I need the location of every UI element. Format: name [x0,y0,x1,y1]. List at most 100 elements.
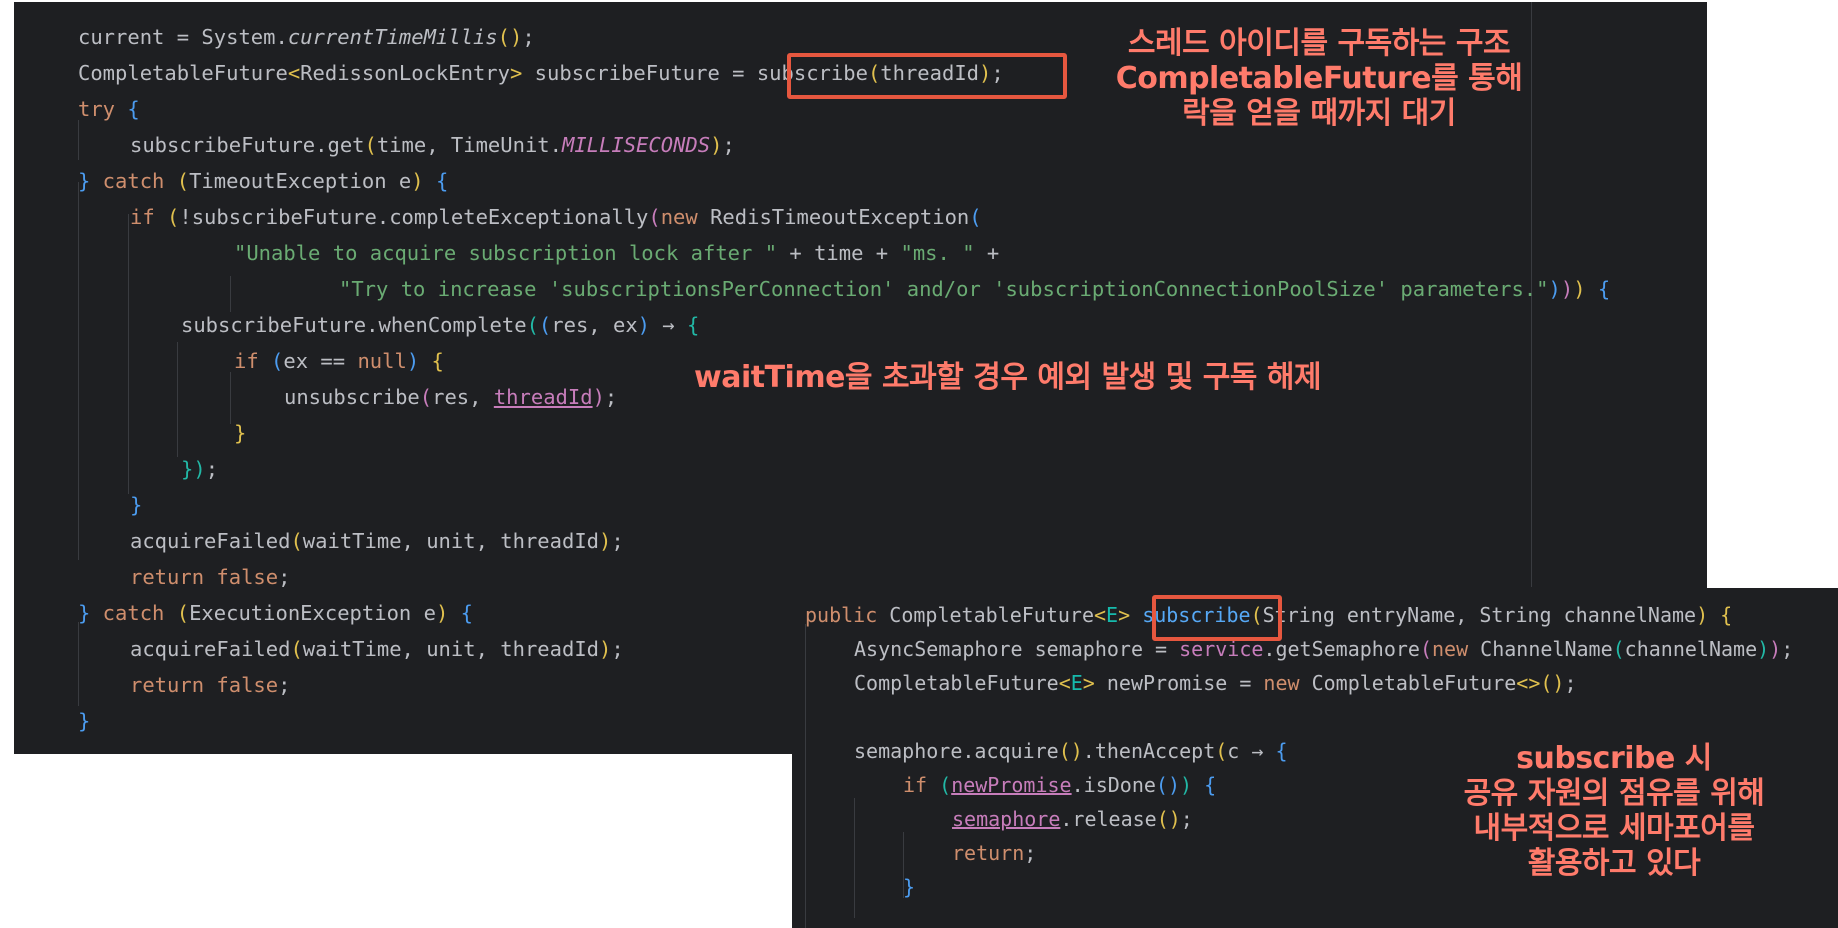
code-token: try [78,97,116,121]
code-token: ( [1215,739,1228,763]
code-token: ; [611,637,624,661]
code-token: } [78,169,91,193]
code-token: ExecutionException e [189,601,436,625]
code-token: ( [1419,637,1432,661]
code-line: return; [952,840,1036,866]
code-token: ( [154,205,180,229]
code-token: ; [1564,671,1577,695]
code-token: RedisTimeoutException [697,205,970,229]
code-line: "Try to increase 'subscriptionsPerConnec… [339,276,1610,302]
code-line: return false; [130,672,290,698]
code-token: ; [611,529,624,553]
code-token: new [1432,637,1469,661]
code-token: { [1192,773,1217,797]
code-token: E [1106,603,1119,627]
code-token: time, TimeUnit. [376,133,562,157]
code-token: ex == [283,349,358,373]
code-line: if (!subscribeFuture.completeExceptional… [130,204,982,230]
code-token: ; [604,385,618,409]
code-token: } [181,457,194,481]
code-token: ) [1548,277,1561,301]
code-token: → [650,313,688,337]
code-token: ) [1757,637,1770,661]
code-token: acquireFailed [130,529,291,553]
code-token: ( [969,205,982,229]
code-token: ) [592,385,605,409]
code-line: acquireFailed(waitTime, unit, threadId); [130,636,624,662]
indent-guide [78,182,79,560]
code-token: RedissonLockEntry [300,61,510,85]
code-token: ( [648,205,661,229]
code-token: + [974,241,1000,265]
code-token: current = System. [78,25,288,49]
indent-guide [230,276,231,312]
code-token: ( [419,385,433,409]
code-token: semaphore.acquire [854,739,1059,763]
code-token: () [1155,773,1180,797]
code-token: catch [90,169,177,193]
code-token: TimeoutException e [189,169,412,193]
code-token: ( [526,313,539,337]
code-token: ; [278,565,291,589]
code-line: if (ex == null) { [234,348,444,374]
code-token: () [1156,807,1181,831]
code-line: }); [181,456,218,482]
code-token: { [1585,277,1611,301]
code-token: { [115,97,140,121]
code-token: ) [193,457,206,481]
code-token: channelName [1624,637,1758,661]
code-token: return [952,841,1025,865]
code-token: ( [176,601,190,625]
code-token: return [130,565,205,589]
code-token: ) [435,601,449,625]
code-token: < [1094,603,1107,627]
code-token: MILLISECONDS [561,133,711,157]
code-token: > [1082,671,1095,695]
code-token: "Try to increase 'subscriptionsPerConnec… [339,277,1549,301]
code-token: ( [176,169,190,193]
code-line: if (newPromise.isDone()) { [903,772,1216,798]
code-token: ; [1180,807,1193,831]
code-token: .isDone [1071,773,1156,797]
annotation-waittime-exceeded: waitTime을 초과할 경우 예외 발생 및 구독 해제 [694,360,1322,395]
indent-guide [78,622,79,706]
code-token: .thenAccept [1082,739,1216,763]
code-token: new [1263,671,1300,695]
indent-guide [805,624,806,928]
code-token: semaphore [952,807,1061,831]
code-token: > [510,61,523,85]
code-token: < [1058,671,1071,695]
code-line: } [234,420,246,446]
code-token: subscribeFuture.whenComplete [181,313,527,337]
code-token: CompletableFuture [854,671,1059,695]
code-token: .getSemaphore [1263,637,1420,661]
annotation-semaphore: subscribe 시 공유 자원의 점유를 위해 내부적으로 세마포어를 활용… [1463,741,1765,881]
code-token: CompletableFuture [1299,671,1517,695]
code-token: ; [722,133,735,157]
indent-guide [128,214,129,494]
code-token: newPromise [951,773,1072,797]
code-token: waitTime, unit, threadId [302,529,600,553]
code-token: return [130,673,205,697]
code-line: AsyncSemaphore semaphore = service.getSe… [854,636,1793,662]
code-token: if [234,349,259,373]
code-token: ; [1024,841,1037,865]
code-line: subscribeFuture.get(time, TimeUnit.MILLI… [130,132,735,158]
code-line: } [78,708,90,734]
code-token: !subscribeFuture.completeExceptionally [179,205,649,229]
code-token: ) [1769,637,1782,661]
code-token: ( [927,773,952,797]
code-token: .release [1060,807,1157,831]
code-token: ) [1180,773,1193,797]
code-token: } [234,421,247,445]
code-token: AsyncSemaphore semaphore = [854,637,1180,661]
code-line: } [130,492,142,518]
code-token: + time + [777,241,901,265]
code-token: E [1070,671,1083,695]
code-token: subscribeFuture = [522,61,757,85]
code-token: ; [278,673,291,697]
code-token: acquireFailed [130,637,291,661]
code-token: c → [1227,739,1276,763]
code-token: ) [411,169,424,193]
code-line: } catch (TimeoutException e) { [78,168,448,194]
